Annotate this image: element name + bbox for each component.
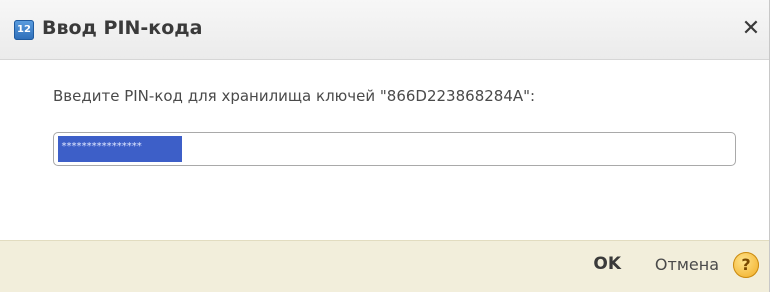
pin-dialog: 12 Ввод PIN-кода ✕ Введите PIN-код для х…	[0, 0, 770, 292]
help-icon[interactable]: ?	[733, 252, 759, 278]
dialog-content: Введите PIN-код для хранилища ключей "86…	[0, 60, 769, 240]
pin-input[interactable]: ****************	[53, 132, 736, 166]
close-button[interactable]: ✕	[739, 15, 763, 43]
pin-prompt-label: Введите PIN-код для хранилища ключей "86…	[53, 87, 536, 105]
title-bar: 12 Ввод PIN-кода ✕	[0, 0, 769, 60]
dialog-footer: OK Отмена ?	[0, 240, 769, 292]
pin-input-value[interactable]: ****************	[58, 136, 182, 162]
cancel-button[interactable]: Отмена	[655, 255, 719, 274]
dialog-title: Ввод PIN-кода	[42, 17, 203, 39]
ok-button[interactable]: OK	[593, 254, 621, 274]
app-icon: 12	[14, 20, 34, 40]
